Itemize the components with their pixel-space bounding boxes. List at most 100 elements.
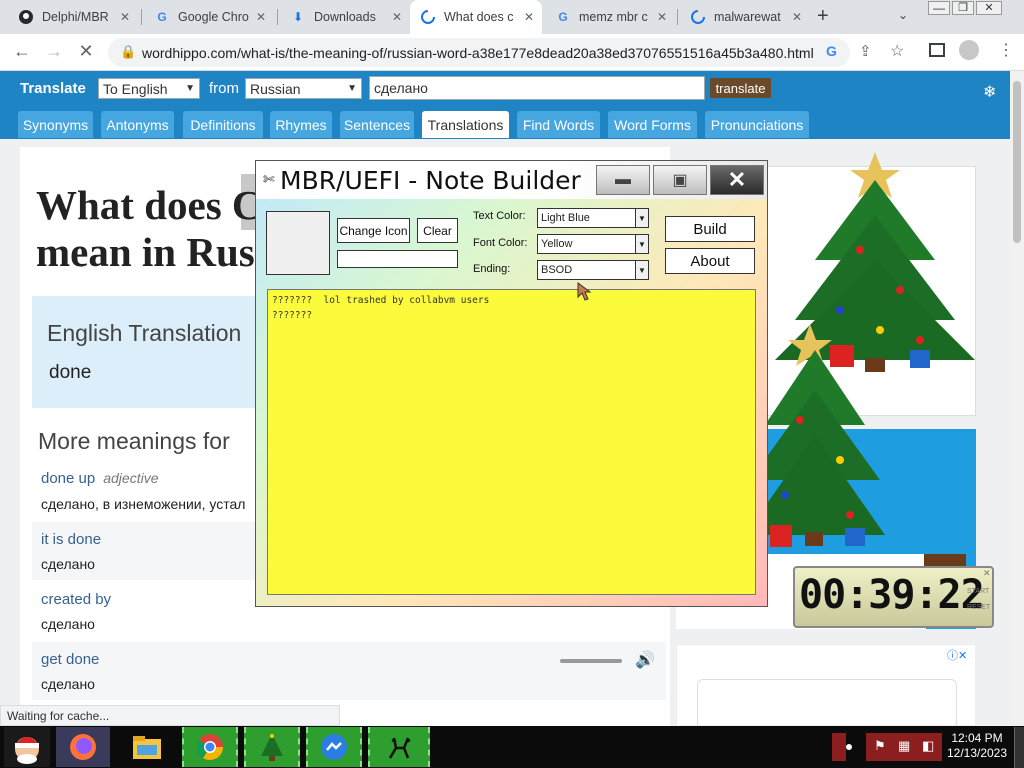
icon-path-field[interactable] — [337, 250, 458, 268]
close-button[interactable]: ✕ — [710, 165, 764, 195]
ending-select[interactable]: BSOD ▼ — [537, 260, 649, 280]
file-explorer-icon[interactable] — [124, 727, 170, 767]
note-text-area[interactable]: ??????? lol trashed by collabvm users ??… — [267, 289, 756, 595]
network-icon[interactable]: ▦ — [898, 738, 910, 754]
tab-label: Downloads — [314, 10, 376, 24]
bookmark-star-icon[interactable]: ☆ — [890, 41, 904, 61]
close-window-button[interactable]: ✕ — [976, 1, 1002, 15]
from-language-select[interactable]: Russian ▼ — [245, 78, 362, 99]
loading-spinner-icon — [690, 9, 706, 25]
meaning-word[interactable]: it is done — [41, 531, 101, 548]
tab-what-does[interactable]: What does c ✕ — [410, 0, 542, 34]
timer-start-button[interactable]: START — [967, 588, 989, 595]
page-title-line2: mean in Rus — [36, 229, 255, 275]
tab-find-words[interactable]: Find Words — [517, 111, 600, 138]
url-text: wordhippo.com/what-is/the-meaning-of/rus… — [142, 44, 814, 61]
tab-malwarewatch[interactable]: malwarewat ✕ — [680, 0, 810, 34]
clock-time[interactable]: 12:04 PM — [946, 731, 1008, 745]
close-icon[interactable]: ✕ — [524, 10, 534, 24]
close-icon[interactable]: ✕ — [392, 10, 402, 24]
tab-rhymes[interactable]: Rhymes — [270, 111, 332, 138]
clock-date[interactable]: 12/13/2023 — [946, 746, 1008, 760]
forward-icon[interactable]: → — [43, 41, 65, 62]
close-icon[interactable]: ✕ — [120, 10, 130, 24]
profile-avatar[interactable] — [959, 40, 979, 60]
speaker-icon[interactable]: 🔊 — [635, 650, 655, 670]
audio-volume-slider[interactable] — [560, 659, 622, 663]
change-icon-button[interactable]: Change Icon — [337, 218, 410, 243]
messenger-icon[interactable] — [306, 727, 362, 767]
build-button[interactable]: Build — [665, 216, 755, 242]
translation-title: English Translation — [47, 320, 242, 346]
minimize-button[interactable]: ▬ — [596, 165, 650, 195]
firefox-icon[interactable] — [56, 727, 110, 767]
stop-icon[interactable]: ✕ — [75, 41, 97, 62]
meaning-word[interactable]: get done — [41, 651, 99, 668]
close-icon[interactable]: ✕ — [792, 10, 802, 24]
to-language-select[interactable]: To English ▼ — [98, 78, 200, 99]
status-bubble: Waiting for cache... — [0, 705, 340, 726]
share-icon[interactable]: ⇪ — [859, 42, 872, 60]
countdown-timer-widget[interactable]: 00:39:22 START RESET ✕ — [793, 566, 994, 628]
menu-icon[interactable]: ⋮ — [998, 40, 1014, 60]
maximize-button[interactable]: ▣ — [653, 165, 707, 195]
tab-antonyms[interactable]: Antonyms — [101, 111, 174, 138]
close-icon[interactable]: ✕ — [657, 10, 667, 24]
tab-synonyms[interactable]: Synonyms — [18, 111, 93, 138]
ad-choices-icon[interactable]: ⓘ✕ — [947, 647, 967, 663]
timer-reset-button[interactable]: RESET — [967, 604, 990, 611]
scrollbar-thumb[interactable] — [1013, 81, 1021, 243]
meaning-word[interactable]: done up — [41, 470, 95, 487]
tab-pronunciations[interactable]: Pronunciations — [705, 111, 809, 138]
address-bar[interactable]: 🔒 wordhippo.com/what-is/the-meaning-of/r… — [108, 38, 850, 67]
text-color-select[interactable]: Light Blue ▼ — [537, 208, 649, 228]
page-scrollbar[interactable] — [1010, 71, 1024, 726]
side-panel-icon[interactable] — [929, 43, 945, 57]
tab-label: Google Chro — [178, 10, 249, 24]
christmas-tree-icon[interactable] — [244, 727, 300, 767]
tab-definitions[interactable]: Definitions — [183, 111, 263, 138]
tab-label: malwarewat — [714, 10, 781, 24]
minimize-button[interactable]: — — [928, 1, 950, 15]
mouse-cursor-icon — [577, 282, 592, 301]
show-desktop-button[interactable] — [1014, 727, 1024, 768]
meaning-translation: сделано — [41, 556, 95, 572]
google-icon: G — [558, 10, 568, 24]
close-icon[interactable]: ✕ — [256, 10, 266, 24]
reindeer-icon[interactable] — [368, 727, 430, 767]
meaning-word[interactable]: created by — [41, 591, 111, 608]
google-icon: G — [157, 10, 167, 24]
translation-box: English Translation done — [32, 296, 272, 408]
meaning-translation: сделано, в изнеможении, устал — [41, 496, 246, 512]
chrome-icon[interactable] — [182, 727, 238, 767]
chevron-down-icon: ▼ — [635, 209, 648, 227]
translate-query-input[interactable]: сделано — [369, 76, 705, 100]
translate-button[interactable]: translate — [710, 78, 771, 98]
back-icon[interactable]: ← — [11, 41, 33, 62]
restore-button[interactable]: ❐ — [952, 1, 974, 15]
font-color-select[interactable]: Yellow ▼ — [537, 234, 649, 254]
snowflake-icon[interactable]: ❄ — [983, 82, 996, 102]
google-lens-icon[interactable]: G — [826, 43, 837, 59]
tab-google-chrome[interactable]: G Google Chro ✕ — [144, 0, 274, 34]
system-tray: ⚑ ▦ ◧ — [866, 733, 942, 761]
meaning-translation: сделано — [41, 616, 95, 632]
tab-sentences[interactable]: Sentences — [340, 111, 414, 138]
volume-icon[interactable]: ◧ — [922, 738, 934, 754]
tab-search-icon[interactable]: ⌄ — [898, 8, 908, 22]
clear-button[interactable]: Clear — [417, 218, 458, 243]
santa-icon[interactable] — [4, 727, 50, 767]
tab-translations[interactable]: Translations — [422, 111, 509, 138]
window-titlebar[interactable]: ✄ MBR/UEFI - Note Builder ▬ ▣ ✕ — [256, 161, 767, 199]
new-tab-button[interactable]: + — [817, 5, 829, 28]
tab-label: Delphi/MBR — [42, 10, 109, 24]
tab-word-forms[interactable]: Word Forms — [608, 111, 697, 138]
tab-downloads[interactable]: ⬇ Downloads ✕ — [280, 0, 410, 34]
tab-github[interactable]: Delphi/MBR ✕ — [8, 0, 138, 34]
about-button[interactable]: About — [665, 248, 755, 274]
close-icon[interactable]: ✕ — [983, 568, 991, 579]
tab-memz[interactable]: G memz mbr c ✕ — [545, 0, 675, 34]
download-icon: ⬇ — [292, 10, 304, 24]
ending-value: BSOD — [541, 264, 573, 276]
flag-icon[interactable]: ⚑ — [874, 738, 886, 754]
